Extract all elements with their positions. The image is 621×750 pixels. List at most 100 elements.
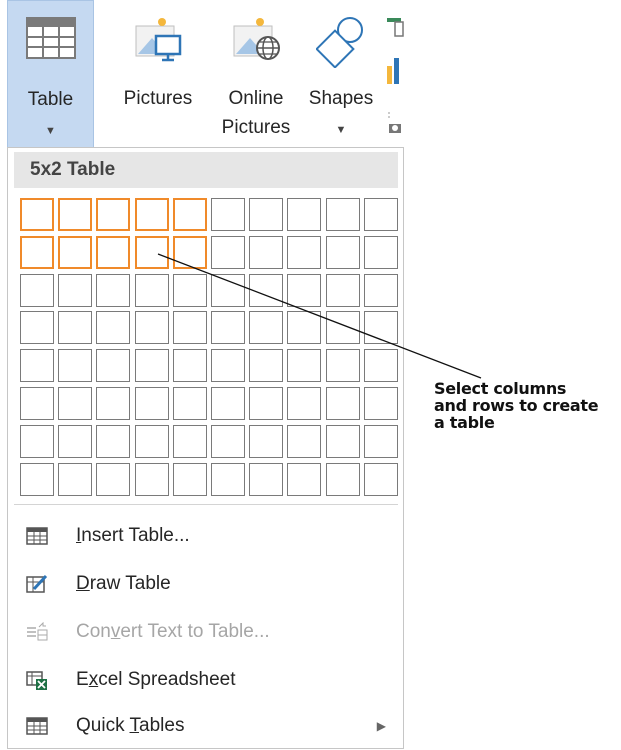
grid-cell[interactable]	[326, 274, 360, 307]
grid-cell[interactable]	[58, 463, 92, 496]
grid-cell[interactable]	[287, 311, 321, 344]
grid-cell[interactable]	[58, 425, 92, 458]
grid-cell[interactable]	[287, 387, 321, 420]
grid-cell[interactable]	[249, 387, 283, 420]
grid-cell[interactable]	[58, 311, 92, 344]
chevron-down-icon: ▼	[45, 125, 56, 137]
menu-item-draw-table[interactable]: Draw Table	[14, 560, 398, 608]
grid-cell[interactable]	[173, 425, 207, 458]
grid-cell[interactable]	[20, 387, 54, 420]
grid-cell[interactable]	[20, 236, 54, 269]
grid-cell[interactable]	[173, 198, 207, 231]
grid-cell[interactable]	[211, 236, 245, 269]
grid-cell[interactable]	[96, 349, 130, 382]
grid-cell[interactable]	[287, 236, 321, 269]
grid-cell[interactable]	[211, 387, 245, 420]
grid-cell[interactable]	[364, 463, 398, 496]
grid-cell[interactable]	[326, 349, 360, 382]
menu-item-excel-spreadsheet[interactable]: Excel Spreadsheet	[14, 656, 398, 704]
grid-cell[interactable]	[173, 274, 207, 307]
grid-cell[interactable]	[211, 274, 245, 307]
grid-cell[interactable]	[58, 349, 92, 382]
grid-cell[interactable]	[364, 198, 398, 231]
grid-cell[interactable]	[249, 425, 283, 458]
grid-cell[interactable]	[287, 349, 321, 382]
grid-cell[interactable]	[211, 425, 245, 458]
grid-cell[interactable]	[326, 425, 360, 458]
shapes-button-label: Shapes	[308, 88, 374, 109]
table-size-grid[interactable]	[20, 198, 398, 496]
grid-cell[interactable]	[364, 236, 398, 269]
grid-cell[interactable]	[20, 311, 54, 344]
menu-separator	[14, 504, 398, 505]
grid-cell[interactable]	[96, 387, 130, 420]
grid-cell[interactable]	[249, 311, 283, 344]
grid-cell[interactable]	[135, 198, 169, 231]
callout-line-1: Select columns	[434, 379, 567, 398]
grid-cell[interactable]	[20, 274, 54, 307]
grid-cell[interactable]	[364, 274, 398, 307]
grid-cell[interactable]	[96, 463, 130, 496]
menu-item-convert-text-to-table[interactable]: Convert Text to Table...	[14, 608, 398, 656]
grid-cell[interactable]	[364, 349, 398, 382]
menu-item-quick-tables[interactable]: Quick Tables ▶	[14, 702, 398, 750]
grid-cell[interactable]	[326, 311, 360, 344]
menu-item-label: Convert Text to Table...	[76, 621, 270, 642]
grid-cell[interactable]	[249, 274, 283, 307]
grid-cell[interactable]	[249, 463, 283, 496]
grid-cell[interactable]	[58, 198, 92, 231]
grid-cell[interactable]	[58, 387, 92, 420]
grid-cell[interactable]	[173, 463, 207, 496]
grid-cell[interactable]	[287, 463, 321, 496]
shapes-button[interactable]: Shapes ▼	[300, 0, 382, 148]
convert-text-icon	[27, 622, 48, 641]
grid-cell[interactable]	[20, 349, 54, 382]
grid-cell[interactable]	[326, 236, 360, 269]
grid-cell[interactable]	[58, 236, 92, 269]
insert-table-dropdown: 5x2 Table Insert Table... Draw Table Con…	[7, 147, 404, 749]
grid-cell[interactable]	[249, 349, 283, 382]
grid-cell[interactable]	[135, 236, 169, 269]
grid-cell[interactable]	[249, 236, 283, 269]
menu-item-insert-table[interactable]: Insert Table...	[14, 512, 398, 560]
grid-cell[interactable]	[326, 463, 360, 496]
grid-cell[interactable]	[211, 311, 245, 344]
grid-cell[interactable]	[211, 463, 245, 496]
grid-cell[interactable]	[135, 425, 169, 458]
online-pictures-label-line2: Pictures	[221, 117, 291, 138]
grid-cell[interactable]	[96, 311, 130, 344]
grid-cell[interactable]	[211, 349, 245, 382]
grid-cell[interactable]	[58, 274, 92, 307]
grid-cell[interactable]	[20, 463, 54, 496]
grid-cell[interactable]	[326, 198, 360, 231]
grid-cell[interactable]	[326, 387, 360, 420]
grid-cell[interactable]	[287, 274, 321, 307]
grid-cell[interactable]	[364, 311, 398, 344]
grid-cell[interactable]	[249, 198, 283, 231]
grid-cell[interactable]	[173, 387, 207, 420]
grid-cell[interactable]	[96, 198, 130, 231]
table-button[interactable]: Table ▼	[7, 0, 94, 148]
grid-cell[interactable]	[135, 349, 169, 382]
grid-cell[interactable]	[96, 425, 130, 458]
grid-cell[interactable]	[173, 311, 207, 344]
grid-cell[interactable]	[135, 274, 169, 307]
grid-cell[interactable]	[20, 425, 54, 458]
grid-cell[interactable]	[287, 198, 321, 231]
grid-cell[interactable]	[135, 311, 169, 344]
grid-cell[interactable]	[211, 198, 245, 231]
grid-cell[interactable]	[20, 198, 54, 231]
online-pictures-button[interactable]: Online Pictures	[210, 0, 302, 148]
grid-cell[interactable]	[364, 425, 398, 458]
pictures-button[interactable]: Pictures	[112, 0, 204, 148]
grid-cell[interactable]	[135, 387, 169, 420]
grid-cell[interactable]	[96, 274, 130, 307]
grid-cell[interactable]	[364, 387, 398, 420]
grid-cell[interactable]	[96, 236, 130, 269]
grid-cell[interactable]	[173, 236, 207, 269]
grid-cell[interactable]	[173, 349, 207, 382]
grid-cell[interactable]	[135, 463, 169, 496]
quick-tables-icon	[26, 717, 48, 735]
ribbon-partial-icons	[387, 18, 404, 133]
grid-cell[interactable]	[287, 425, 321, 458]
